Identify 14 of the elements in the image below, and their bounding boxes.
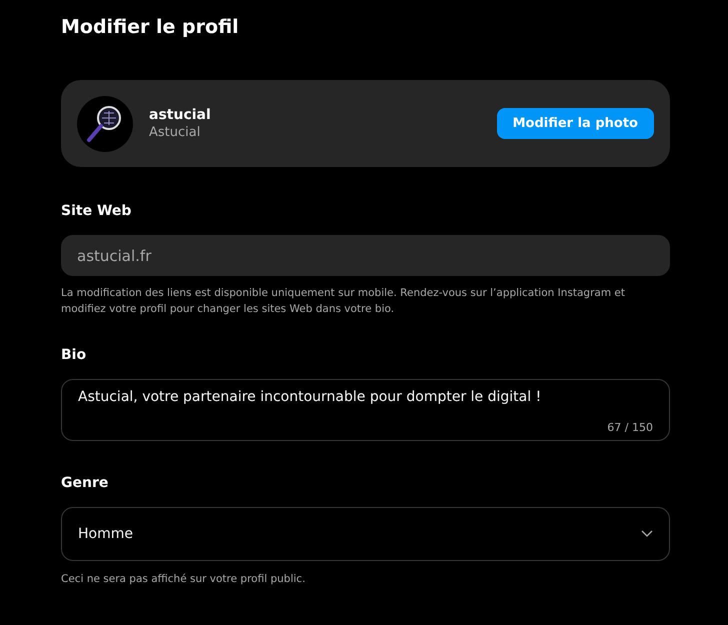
page-title: Modifier le profil (61, 16, 240, 38)
help-text: Ceci ne sera pas affiché sur votre profil public. (61, 572, 306, 587)
avatar-icon (77, 96, 133, 152)
field-label: Genre (61, 475, 110, 491)
character-counter: 67 / 150 (607, 421, 653, 434)
username: astucial (149, 107, 212, 123)
display-name: Astucial (149, 125, 202, 140)
chevron-down-icon (641, 530, 653, 538)
bio-text: Astucial, votre partenaire incontournable pour dompter le digital ! (78, 389, 542, 405)
field-label: Bio (61, 347, 88, 363)
field-label: Site Web (61, 203, 132, 219)
gender-select[interactable]: Homme (61, 507, 670, 561)
help-text: La modification des liens est disponible uniquement sur mobile. Rendez-vous sur l’application Instagram et modifiez votre profil pour changer les sites Web dans votre bio. (61, 286, 626, 317)
bio-field[interactable]: Astucial, votre partenaire incontournable pour dompter le digital ! 67 / 150 (61, 379, 670, 441)
